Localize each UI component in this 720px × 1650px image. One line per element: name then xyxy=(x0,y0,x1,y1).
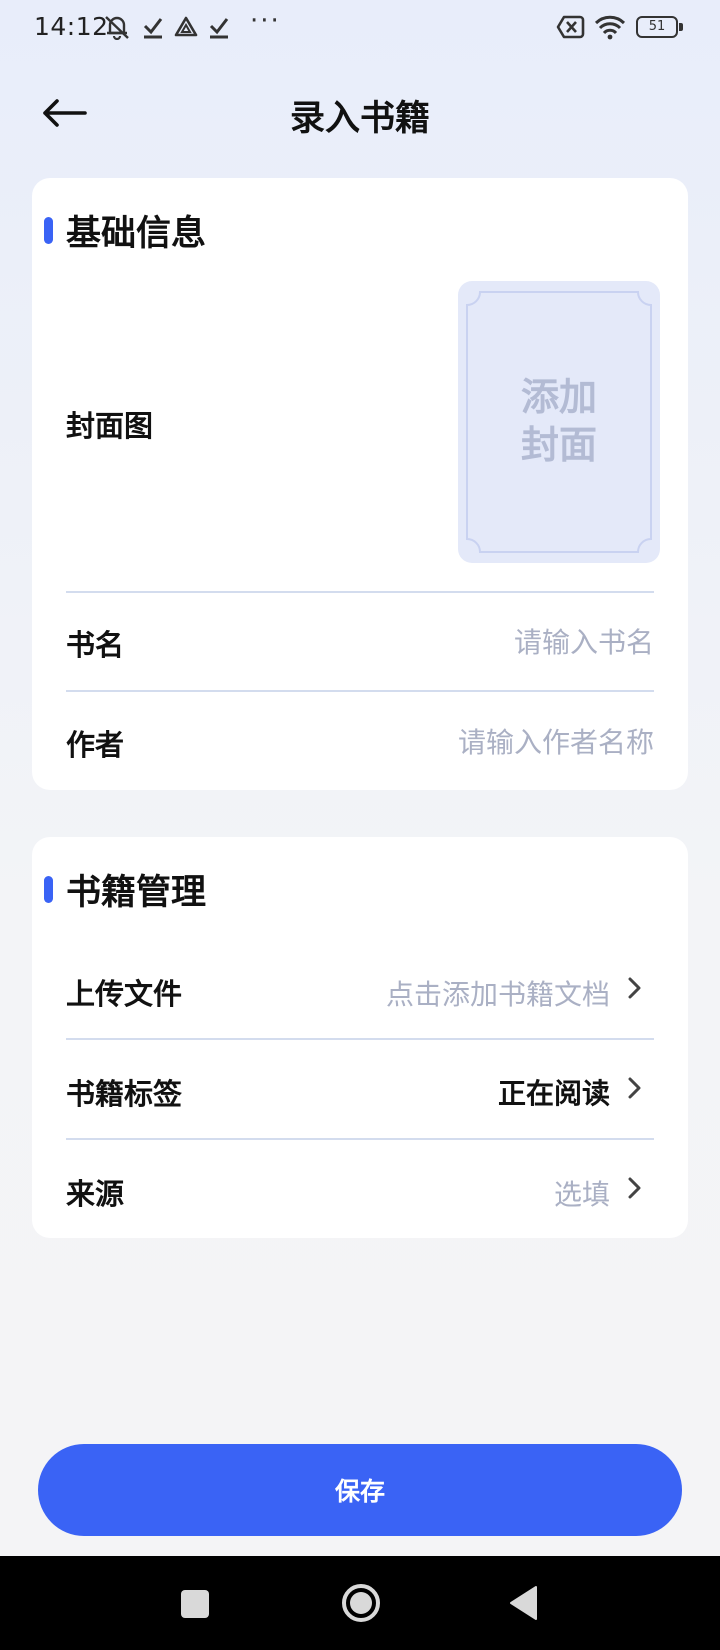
divider xyxy=(66,1038,654,1040)
book-tag-value: 正在阅读 xyxy=(497,1077,610,1110)
add-cover-line2: 封面 xyxy=(520,423,597,467)
recents-icon[interactable] xyxy=(180,1582,210,1624)
source-row[interactable]: 来源 选填 xyxy=(32,1141,688,1237)
book-name-input[interactable] xyxy=(294,617,654,667)
book-tag-row[interactable]: 书籍标签 正在阅读 xyxy=(32,1041,688,1137)
divider xyxy=(66,1138,654,1140)
page-title: 录入书籍 xyxy=(289,99,430,139)
system-nav-bar xyxy=(0,1556,720,1650)
more-icon: ··· xyxy=(250,6,281,36)
check-icon xyxy=(209,18,229,39)
check-icon xyxy=(143,18,163,39)
section-accent-bar xyxy=(44,217,53,244)
status-time: 14:12 xyxy=(34,12,109,41)
divider xyxy=(66,690,654,692)
add-cover-line1: 添加 xyxy=(520,375,597,419)
status-bar: 14:12 ··· 51 xyxy=(0,0,720,56)
wifi-icon xyxy=(594,15,626,40)
cover-label: 封面图 xyxy=(66,409,154,443)
upload-file-label: 上传文件 xyxy=(66,977,183,1011)
author-input[interactable] xyxy=(294,717,654,767)
add-cover-text: 添加 封面 xyxy=(458,373,660,469)
mute-icon xyxy=(105,16,129,40)
book-name-label: 书名 xyxy=(66,628,125,662)
section-accent-bar xyxy=(44,876,53,903)
chevron-right-icon xyxy=(628,977,641,999)
upload-file-row[interactable]: 上传文件 点击添加书籍文档 xyxy=(32,941,688,1037)
chevron-right-icon xyxy=(628,1177,641,1199)
battery-icon: 51 xyxy=(636,16,683,38)
save-button[interactable]: 保存 xyxy=(38,1444,682,1536)
section-title-basic-info: 基础信息 xyxy=(66,214,207,254)
book-management-card: 书籍管理 上传文件 点击添加书籍文档 书籍标签 正在阅读 来源 选填 xyxy=(32,837,688,1238)
basic-info-card: 基础信息 封面图 添加 封面 书名 作者 xyxy=(32,178,688,790)
upload-file-value: 点击添加书籍文档 xyxy=(385,978,610,1011)
drive-icon xyxy=(174,16,198,37)
add-cover-button[interactable]: 添加 封面 xyxy=(458,281,660,563)
back-icon[interactable] xyxy=(508,1582,540,1624)
page-header: 录入书籍 xyxy=(0,80,720,146)
section-title-management: 书籍管理 xyxy=(66,873,207,913)
source-label: 来源 xyxy=(66,1177,125,1211)
author-label: 作者 xyxy=(66,728,125,762)
chevron-right-icon xyxy=(628,1077,641,1099)
divider xyxy=(66,591,654,593)
home-icon[interactable] xyxy=(340,1582,382,1624)
sim-off-icon xyxy=(556,15,585,39)
source-value: 选填 xyxy=(553,1178,610,1211)
book-tag-label: 书籍标签 xyxy=(66,1077,183,1111)
